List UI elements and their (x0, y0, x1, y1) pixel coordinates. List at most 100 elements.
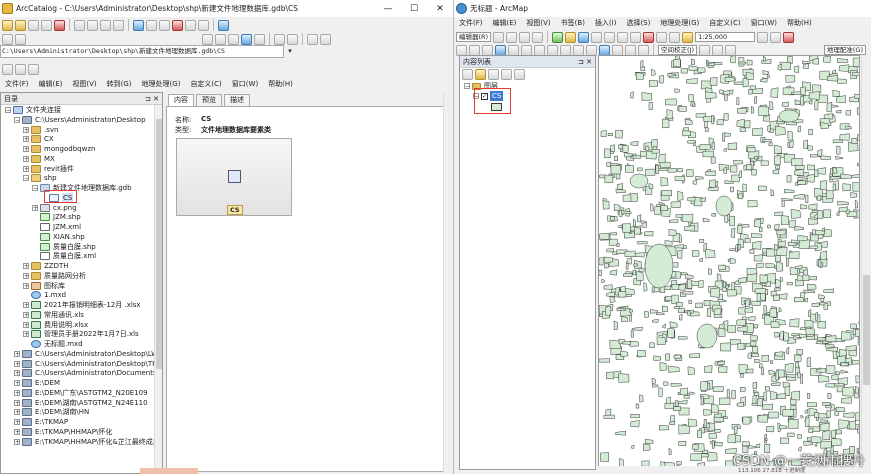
expand-icon[interactable]: + (14, 438, 20, 445)
toc-toggle-icon[interactable] (770, 31, 782, 43)
tree-item[interactable]: + C:\Users\Administrator\Documents\A (14, 368, 162, 378)
catalog-window-icon[interactable] (146, 19, 157, 31)
link-icon[interactable] (712, 44, 723, 56)
tree-item[interactable]: + cx.png (32, 203, 77, 213)
collapse-icon[interactable]: − (464, 83, 470, 90)
fixed-zoom-in-icon[interactable] (508, 44, 519, 56)
pan-icon[interactable] (228, 33, 239, 45)
tree-item[interactable]: XIAN.shp (32, 232, 85, 242)
select-features-icon[interactable] (560, 44, 571, 56)
tree-item[interactable]: + 图标库 (23, 281, 65, 291)
tree-item[interactable]: + 费用说明.xlsx (23, 320, 88, 330)
open-icon[interactable] (565, 31, 577, 43)
zoom-out-icon[interactable] (469, 44, 480, 56)
expand-icon[interactable]: + (23, 302, 29, 309)
arctoolbox-icon[interactable] (783, 31, 795, 43)
connect-folder-icon[interactable] (15, 19, 26, 31)
expand-icon[interactable]: + (14, 350, 20, 357)
collapse-icon[interactable]: − (14, 116, 20, 123)
tree-scrollbar[interactable] (154, 105, 162, 473)
tree-item[interactable]: 质量白膜.xml (32, 251, 96, 261)
scale-combo[interactable]: 1:25,000 (695, 32, 756, 42)
arcmap-menu-item[interactable]: 插入(I) (590, 18, 622, 28)
tree-item[interactable]: + mongodbqwzn (23, 144, 95, 154)
arctoolbox-icon[interactable] (172, 19, 183, 31)
expand-icon[interactable]: + (14, 419, 20, 426)
tree-item[interactable]: 无标题.mxd (23, 339, 83, 349)
toc-options-icon[interactable] (514, 68, 525, 80)
tree-item[interactable]: + ZZDTH (23, 261, 69, 271)
copy-icon[interactable] (617, 31, 629, 43)
cut-icon[interactable] (604, 31, 616, 43)
pin-icon[interactable]: ⊐ ✕ (145, 95, 159, 103)
expand-icon[interactable]: + (14, 428, 20, 435)
tree-item[interactable]: 1.mxd (23, 290, 66, 300)
tree-item[interactable]: + C:\Users\Administrator\Desktop\TPZ (14, 359, 161, 369)
expand-icon[interactable]: + (23, 282, 29, 289)
details-icon[interactable] (100, 19, 111, 31)
clear-selection-icon[interactable] (573, 44, 584, 56)
measure-icon[interactable] (625, 44, 636, 56)
expand-icon[interactable]: + (23, 272, 29, 279)
tree-item[interactable]: + E:\DEM\湖南\HN (14, 407, 89, 417)
print-icon[interactable] (591, 31, 603, 43)
tree-item[interactable]: + C:\Users\Administrator\Desktop\LW (14, 349, 158, 359)
catalog-menu-item[interactable]: 自定义(C) (185, 79, 226, 89)
undo-icon[interactable] (656, 31, 668, 43)
expand-icon[interactable]: + (14, 399, 20, 406)
expand-icon[interactable]: + (23, 263, 29, 270)
tree-item[interactable]: + 质量路网分析 (23, 271, 86, 281)
expand-icon[interactable]: + (23, 311, 29, 318)
catalog-menu-item[interactable]: 窗口(W) (227, 79, 263, 89)
expand-icon[interactable]: + (23, 136, 29, 143)
select-element-icon[interactable] (15, 33, 26, 45)
editor-menu[interactable]: 编辑器(R) (456, 32, 492, 42)
tree-item[interactable]: − 文件夹连接 (5, 105, 61, 115)
tree-item[interactable]: + 管理员手册2022年1月7日.xls (23, 329, 139, 339)
tree-item[interactable]: 质量白膜.shp (32, 242, 96, 252)
split-icon[interactable] (532, 31, 544, 43)
create-thumbnail-icon[interactable] (307, 33, 318, 45)
pan-icon[interactable] (482, 44, 493, 56)
forward-icon[interactable] (287, 33, 298, 45)
new-map-icon[interactable] (552, 31, 564, 43)
zoom-in-icon[interactable] (456, 44, 467, 56)
map-display[interactable] (598, 55, 860, 468)
delete-icon[interactable] (643, 31, 655, 43)
catalog-menu-item[interactable]: 转到(G) (102, 79, 137, 89)
fixed-zoom-out-icon[interactable] (521, 44, 532, 56)
catalog-menu-item[interactable]: 编辑(E) (34, 79, 68, 89)
tree-item[interactable]: JZM.shp (32, 212, 81, 222)
adjust-icon[interactable] (699, 44, 710, 56)
tree-item[interactable]: + E:\DEM (14, 378, 60, 388)
find-icon[interactable] (612, 44, 623, 56)
tree-item[interactable]: +2021年报销明细表-12月 .xlsx (23, 300, 141, 310)
tab-contents[interactable]: 内容 (168, 94, 194, 106)
georeferencing-menu[interactable]: 地理配准(G) (823, 45, 866, 55)
identify-icon[interactable] (599, 44, 610, 56)
collapse-icon[interactable]: − (5, 107, 11, 114)
tab-description[interactable]: 描述 (224, 94, 250, 106)
vertex-icon[interactable] (519, 31, 531, 43)
editor-toolbar-icon[interactable] (757, 31, 769, 43)
back-icon[interactable] (534, 44, 545, 56)
tree-item[interactable]: + E:\DEM\广东\ASTGTM2_N20E109 (14, 388, 148, 398)
collapse-icon[interactable]: − (32, 185, 38, 192)
spatial-adjustment-menu[interactable]: 空间校正(J) (658, 45, 697, 55)
tree-item[interactable]: + 常用通讯.xls (23, 310, 84, 320)
tree-item[interactable]: + .svn (23, 125, 58, 135)
arcmap-menu-item[interactable]: 书签(B) (556, 18, 590, 28)
search-window-icon[interactable] (159, 19, 170, 31)
arcmap-menu-item[interactable]: 帮助(H) (782, 18, 817, 28)
tree-item[interactable]: + E:\TKMAP\HHMAP\怀化 (14, 427, 112, 437)
select-elements-icon[interactable] (586, 44, 597, 56)
toolbox-icon[interactable] (28, 63, 39, 75)
minimize-icon[interactable]: — (375, 4, 401, 14)
catalog-menu-item[interactable]: 视图(V) (67, 79, 101, 89)
copy-icon[interactable] (28, 19, 39, 31)
catalog-menu-item[interactable]: 地理处理(G) (137, 79, 186, 89)
large-icons-icon[interactable] (74, 19, 85, 31)
catalog-menu-item[interactable]: 帮助(H) (263, 79, 298, 89)
catalog-menu-item[interactable]: 文件(F) (0, 79, 34, 89)
paste-icon[interactable] (630, 31, 642, 43)
